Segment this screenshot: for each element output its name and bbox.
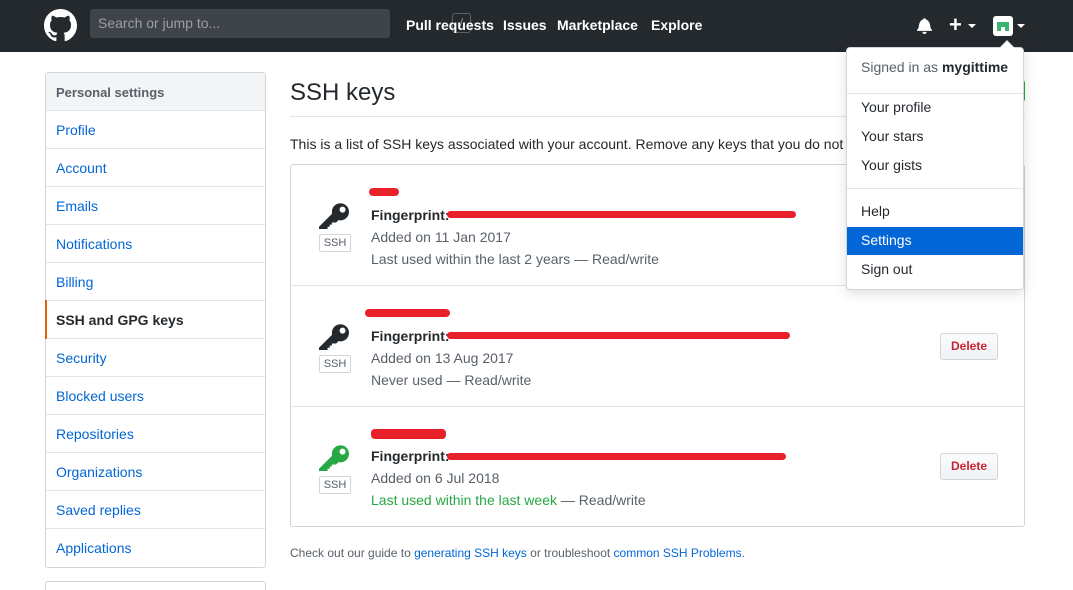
ssh-help-note: Check out our guide to generating SSH ke… [290,546,745,560]
ssh-type-label: SSH [319,355,351,373]
github-logo-icon[interactable] [44,9,77,42]
sidebar-item-billing[interactable]: Billing [46,263,265,301]
sidebar-heading: Personal settings [46,73,265,111]
ssh-key-row: SSH Fingerprint: Added on 13 Aug 2017 Ne… [291,286,1024,407]
ssh-type-label: SSH [319,234,351,252]
delete-key-button[interactable]: Delete [940,453,998,480]
menu-divider [847,188,1023,189]
search-placeholder: Search or jump to... [98,15,221,31]
menu-item-settings[interactable]: Settings [847,227,1023,255]
help-text-post: . [741,546,745,560]
profile-dropdown-menu: Signed in as mygittime Your profile Your… [846,40,1024,290]
sidebar-item-repositories[interactable]: Repositories [46,415,265,453]
help-text-mid: or troubleshoot [526,546,614,560]
avatar-identicon-icon [997,22,1009,31]
settings-sidebar: Personal settings Profile Account Emails… [45,72,266,568]
redacted-key-title [365,309,450,317]
key-added-date: Added on 11 Jan 2017 [371,229,511,245]
signed-in-as: Signed in as mygittime [861,59,1008,75]
redacted-key-title [371,429,446,439]
redacted-fingerprint [447,332,790,339]
generating-ssh-keys-link[interactable]: generating SSH keys [414,546,527,560]
page-title: SSH keys [290,79,396,106]
key-used-time: Last used within the last week [371,492,557,508]
sidebar-item-blocked-users[interactable]: Blocked users [46,377,265,415]
intro-text: This is a list of SSH keys associated wi… [290,136,860,152]
menu-item-your-stars[interactable]: Your stars [847,123,1023,151]
redacted-fingerprint [447,453,786,460]
nav-pull-requests[interactable]: Pull requests [406,17,494,33]
signed-in-prefix: Signed in as [861,59,942,75]
key-added-date: Added on 6 Jul 2018 [371,470,500,486]
nav-marketplace[interactable]: Marketplace [557,17,638,33]
key-icon [319,203,349,229]
fingerprint-label: Fingerprint: [371,328,450,344]
sidebar-item-security[interactable]: Security [46,339,265,377]
signed-in-username: mygittime [941,59,1009,75]
fingerprint-label: Fingerprint: [371,207,450,223]
sidebar-item-ssh-gpg-keys[interactable]: SSH and GPG keys [45,300,265,339]
help-text-pre: Check out our guide to [290,546,415,560]
redacted-fingerprint [447,211,796,218]
key-used-time: Last used within the last 2 years [371,251,571,267]
key-icon [319,445,349,471]
redacted-key-title [369,188,399,196]
create-new-plus-icon[interactable]: + [949,12,962,38]
ssh-type-label: SSH [319,476,351,494]
nav-issues[interactable]: Issues [503,17,547,33]
key-last-used: Last used within the last week — Read/wr… [371,492,646,508]
menu-item-help[interactable]: Help [847,198,1023,226]
profile-chevron-down-icon[interactable] [1017,24,1025,28]
notifications-bell-icon[interactable] [917,17,932,34]
sidebar-item-profile[interactable]: Profile [46,111,265,149]
create-new-chevron-down-icon[interactable] [968,24,976,28]
key-last-used: Last used within the last 2 years — Read… [371,251,659,267]
fingerprint-label: Fingerprint: [371,448,450,464]
avatar[interactable] [993,16,1013,36]
sidebar-item-saved-replies[interactable]: Saved replies [46,491,265,529]
key-access: — Read/write [570,251,659,267]
delete-key-button[interactable]: Delete [940,333,998,360]
sidebar-item-emails[interactable]: Emails [46,187,265,225]
nav-explore[interactable]: Explore [651,17,702,33]
top-navbar: Search or jump to... / Pull requests Iss… [0,0,1073,52]
key-access: — Read/write [442,372,532,388]
ssh-key-row: SSH Fingerprint: Added on 6 Jul 2018 Las… [291,407,1024,528]
menu-item-your-profile[interactable]: Your profile [847,94,1023,122]
key-used-time: Never used [371,372,443,388]
menu-item-your-gists[interactable]: Your gists [847,152,1023,180]
sidebar-item-notifications[interactable]: Notifications [46,225,265,263]
menu-item-sign-out[interactable]: Sign out [847,256,1023,284]
sidebar-item-applications[interactable]: Applications [46,529,265,567]
key-added-date: Added on 13 Aug 2017 [371,350,514,366]
search-input[interactable]: Search or jump to... / [90,9,471,38]
sidebar-item-organizations[interactable]: Organizations [46,453,265,491]
key-icon [319,324,349,350]
key-last-used: Never used — Read/write [371,372,531,388]
secondary-sidebar-box [45,581,266,590]
key-access: — Read/write [557,492,646,508]
sidebar-item-account[interactable]: Account [46,149,265,187]
common-ssh-problems-link[interactable]: common SSH Problems [614,546,742,560]
